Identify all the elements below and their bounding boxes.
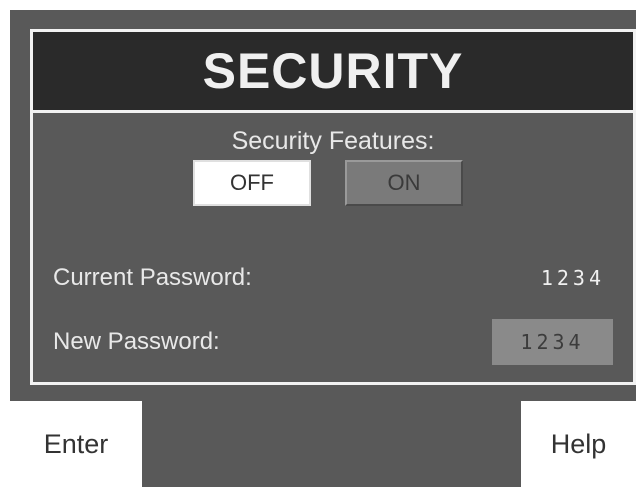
new-password-field[interactable]: 1234 xyxy=(492,319,613,365)
security-features-label: Security Features: xyxy=(231,127,435,155)
new-password-value: 1234 xyxy=(520,330,585,354)
title-bar: SECURITY xyxy=(33,32,633,113)
enter-button-label: Enter xyxy=(43,428,109,459)
new-password-label: New Password: xyxy=(53,328,220,355)
security-off-button[interactable]: OFF xyxy=(193,160,311,206)
security-off-label: OFF xyxy=(230,170,274,195)
help-button[interactable]: Help xyxy=(521,401,636,487)
current-password-value: 1234 xyxy=(540,266,605,290)
current-password-label: Current Password: xyxy=(53,264,252,291)
security-on-label: ON xyxy=(387,170,421,195)
security-panel: SECURITY Security Features: OFF ON Curre… xyxy=(30,29,636,385)
page-title: SECURITY xyxy=(202,43,464,99)
help-button-label: Help xyxy=(550,428,607,459)
enter-button[interactable]: Enter xyxy=(10,401,142,487)
security-on-button[interactable]: ON xyxy=(345,160,463,206)
